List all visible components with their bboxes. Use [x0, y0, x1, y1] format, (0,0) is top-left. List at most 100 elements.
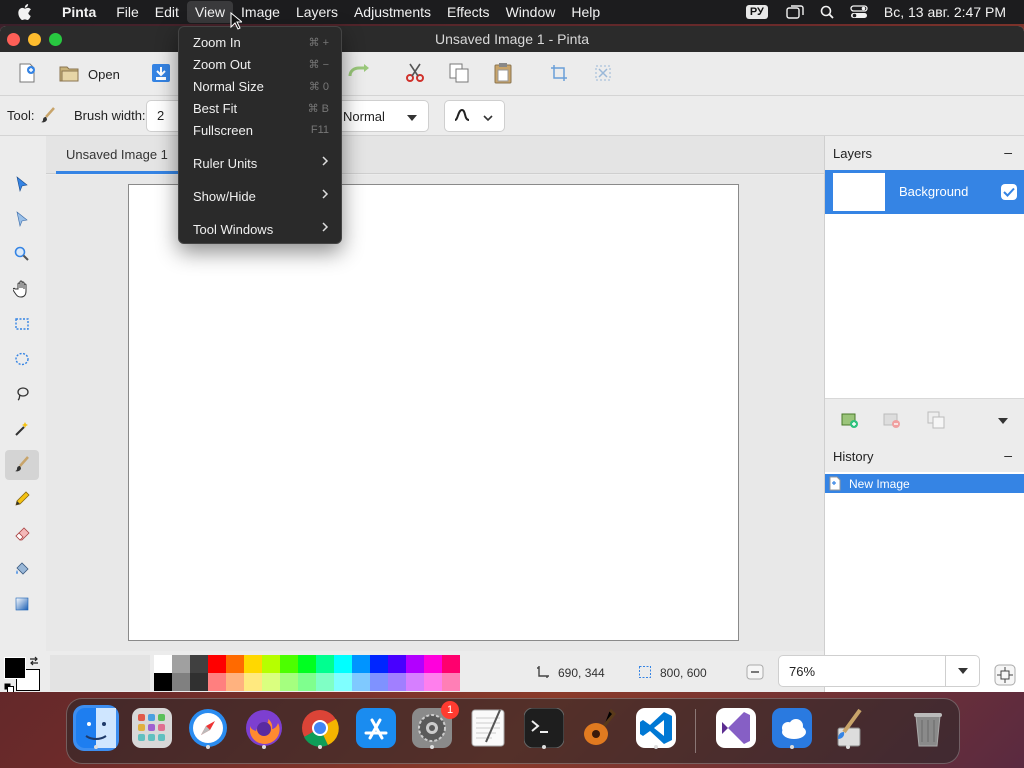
palette-swatch[interactable]: [406, 655, 424, 673]
palette-swatch[interactable]: [154, 673, 172, 691]
menu-window[interactable]: Window: [498, 1, 564, 23]
paste-button[interactable]: [492, 62, 514, 87]
palette-swatch[interactable]: [190, 673, 208, 691]
palette-swatch[interactable]: [352, 655, 370, 673]
menu-file[interactable]: File: [108, 1, 147, 23]
apple-menu-icon[interactable]: [18, 4, 38, 20]
reset-colors-icon[interactable]: [4, 681, 14, 692]
duplicate-layer-icon[interactable]: [927, 411, 945, 432]
palette-swatch[interactable]: [316, 655, 334, 673]
menu-view[interactable]: View: [186, 1, 234, 23]
crop-to-selection-button[interactable]: [550, 64, 568, 85]
gradient-tool[interactable]: [5, 590, 39, 620]
palette-swatch[interactable]: [424, 655, 442, 673]
canvas-viewport[interactable]: [46, 175, 824, 651]
palette-swatch[interactable]: [172, 673, 190, 691]
palette-swatch[interactable]: [244, 673, 262, 691]
menu-item-zoom-in[interactable]: Zoom In ⌘ +: [179, 31, 343, 53]
zoom-in-icon[interactable]: [994, 664, 1016, 689]
menu-item-best-fit[interactable]: Best Fit ⌘ B: [179, 97, 343, 119]
layer-row-background[interactable]: Background: [825, 170, 1024, 214]
garageband-icon[interactable]: [577, 705, 623, 751]
new-image-button[interactable]: [16, 62, 38, 87]
paintbrush-tool[interactable]: [5, 450, 39, 480]
palette-swatch[interactable]: [190, 655, 208, 673]
palette-swatch[interactable]: [280, 673, 298, 691]
minimize-window-button[interactable]: [28, 33, 41, 46]
palette-swatch[interactable]: [334, 673, 352, 691]
palette-swatch[interactable]: [424, 673, 442, 691]
finder-icon[interactable]: [73, 705, 119, 751]
palette-swatch[interactable]: [334, 655, 352, 673]
menu-app-name[interactable]: Pinta: [54, 1, 104, 23]
layer-visibility-checkbox[interactable]: [1001, 184, 1017, 200]
ellipse-select-tool[interactable]: [5, 345, 39, 375]
input-source-indicator[interactable]: РУ: [745, 5, 768, 19]
pencil-tool[interactable]: [5, 485, 39, 515]
copy-button[interactable]: [448, 62, 470, 87]
magic-wand-tool[interactable]: [5, 415, 39, 445]
launchpad-icon[interactable]: [129, 705, 175, 751]
pan-tool[interactable]: [5, 275, 39, 305]
palette-swatch[interactable]: [388, 655, 406, 673]
palette-swatch[interactable]: [226, 655, 244, 673]
pinta-icon[interactable]: [825, 705, 871, 751]
open-button[interactable]: Open: [58, 62, 120, 87]
menu-effects[interactable]: Effects: [439, 1, 498, 23]
antialiasing-select[interactable]: [444, 100, 505, 132]
menu-item-tool-windows[interactable]: Tool Windows: [179, 218, 343, 240]
layers-list[interactable]: [825, 214, 1024, 398]
vscode-icon[interactable]: [633, 705, 679, 751]
weather-icon[interactable]: [769, 705, 815, 751]
firefox-icon[interactable]: [241, 705, 287, 751]
palette-swatch[interactable]: [208, 673, 226, 691]
palette-swatch[interactable]: [226, 673, 244, 691]
menu-help[interactable]: Help: [563, 1, 608, 23]
system-settings-icon[interactable]: 1: [409, 701, 459, 751]
swap-colors-icon[interactable]: [28, 655, 40, 670]
lasso-select-tool[interactable]: [5, 380, 39, 410]
color-palette[interactable]: [154, 655, 478, 691]
zoom-out-icon[interactable]: [746, 663, 764, 684]
palette-swatch[interactable]: [352, 673, 370, 691]
control-center-icon[interactable]: [850, 5, 868, 19]
eraser-tool[interactable]: [5, 520, 39, 550]
palette-swatch[interactable]: [370, 655, 388, 673]
menu-item-fullscreen[interactable]: Fullscreen F11: [179, 119, 343, 141]
visual-studio-icon[interactable]: [713, 705, 759, 751]
document-tab[interactable]: Unsaved Image 1: [56, 136, 180, 174]
textedit-icon[interactable]: [465, 705, 511, 751]
redo-button[interactable]: [346, 62, 372, 85]
delete-layer-icon[interactable]: [883, 411, 901, 432]
palette-swatch[interactable]: [172, 655, 190, 673]
palette-swatch[interactable]: [442, 673, 460, 691]
move-selection-tool[interactable]: [5, 205, 39, 235]
palette-swatch[interactable]: [316, 673, 334, 691]
menu-item-show-hide[interactable]: Show/Hide: [179, 185, 343, 207]
menu-bar-clock[interactable]: Вс, 13 авг. 2:47 PM: [884, 4, 1006, 20]
paint-bucket-tool[interactable]: [5, 555, 39, 585]
deselect-button[interactable]: [594, 64, 612, 85]
history-item[interactable]: New Image: [825, 474, 1024, 493]
menu-edit[interactable]: Edit: [147, 1, 187, 23]
palette-swatch[interactable]: [298, 655, 316, 673]
primary-color-swatch[interactable]: [4, 657, 26, 679]
palette-swatch[interactable]: [388, 673, 406, 691]
zoom-dropdown-button[interactable]: [945, 656, 979, 686]
palette-swatch[interactable]: [244, 655, 262, 673]
palette-swatch[interactable]: [262, 655, 280, 673]
chrome-icon[interactable]: [297, 705, 343, 751]
menu-item-ruler-units[interactable]: Ruler Units: [179, 152, 343, 174]
cut-button[interactable]: [404, 62, 426, 87]
menu-layers[interactable]: Layers: [288, 1, 346, 23]
zoom-combobox[interactable]: 76%: [778, 655, 980, 687]
move-selected-tool[interactable]: [5, 170, 39, 200]
palette-swatch[interactable]: [208, 655, 226, 673]
rectangle-select-tool[interactable]: [5, 310, 39, 340]
add-layer-icon[interactable]: [841, 411, 859, 432]
app-store-icon[interactable]: [353, 705, 399, 751]
palette-swatch[interactable]: [442, 655, 460, 673]
palette-swatch[interactable]: [298, 673, 316, 691]
menu-item-normal-size[interactable]: Normal Size ⌘ 0: [179, 75, 343, 97]
menu-item-zoom-out[interactable]: Zoom Out ⌘ −: [179, 53, 343, 75]
